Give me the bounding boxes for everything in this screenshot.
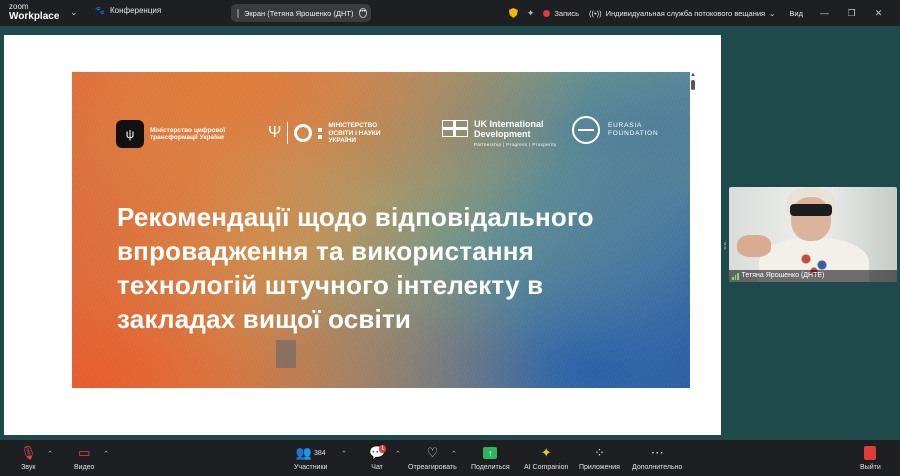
panel-resize-handle[interactable]: ¦ [724, 242, 726, 250]
apps-grid-icon: ⁘ [594, 445, 605, 460]
audio-button[interactable]: 🎙 Звук [20, 444, 37, 471]
ai-companion-button[interactable]: ✦ AI Companion [524, 444, 568, 471]
slide-title: Рекомендації щодо відповідального впрова… [117, 202, 594, 334]
share-screen-icon: ↑ [483, 447, 498, 459]
record-label[interactable]: Запись [554, 9, 579, 18]
chat-options-chevron-icon[interactable]: ⌃ [395, 450, 401, 458]
ai-sparkle-icon: ✦ [540, 445, 552, 460]
apps-button[interactable]: ⁘ Приложения [579, 444, 620, 471]
share-button[interactable]: ↑ Поделиться [471, 444, 510, 471]
live-stream-menu[interactable]: ((•)) Индивидуальная служба потокового в… [589, 9, 775, 18]
screen-icon [237, 8, 239, 18]
participants-options-chevron-icon[interactable]: ⌃ [341, 450, 347, 458]
conference-menu[interactable]: 🐾 Конференция [95, 6, 161, 15]
participant-name-label: Тетяна Ярошенко (ДНТЕ) [729, 270, 897, 282]
text-cursor-highlight [276, 340, 296, 368]
restore-icon[interactable]: ❐ [846, 8, 857, 19]
top-bar: zoom Workplace ⌄ 🐾 Конференция Экран (Те… [0, 0, 900, 26]
eurasia-foundation-logo: EURASIA FOUNDATION [572, 116, 659, 144]
scroll-up-icon[interactable]: ▲ [690, 72, 696, 78]
meeting-toolbar: 🎙 Звук ⌃ ▭ Видео ⌃ 👥 384 Участники ⌃ 💬 1… [0, 440, 900, 476]
app-logo: zoom Workplace [9, 2, 60, 22]
muted-microphone-icon: 🎙 [20, 445, 37, 460]
mintsyfry-logo: ψ Міністерство цифрової трансформації Ук… [116, 120, 240, 148]
participants-icon: 👥 [295, 445, 312, 460]
union-flag-icon [442, 120, 468, 137]
audio-options-chevron-icon[interactable]: ⌃ [47, 450, 53, 458]
video-off-icon: ▭ [78, 445, 91, 460]
leave-button[interactable]: Выйти [860, 444, 881, 471]
security-shield-icon[interactable] [508, 8, 518, 18]
leave-door-icon [864, 446, 877, 460]
ai-sparkle-icon[interactable]: ✦ [527, 8, 535, 19]
minimize-icon[interactable]: — [819, 8, 830, 18]
video-options-chevron-icon[interactable]: ⌃ [103, 450, 109, 458]
chevron-down-icon: ⌄ [769, 8, 776, 18]
view-button[interactable]: Вид [789, 9, 803, 18]
slide-scrollbar[interactable]: ▲ [690, 72, 697, 282]
video-button[interactable]: ▭ Видео [74, 444, 94, 471]
trident-icon: Ψ [268, 124, 282, 142]
react-button[interactable]: ♡ Отреагировать [408, 444, 457, 471]
screen-share-pill[interactable]: Экран (Тетяна Ярошенко (ДНТ) ••• [231, 4, 371, 22]
participants-button[interactable]: 👥 384 Участники [294, 444, 327, 471]
paw-icon: 🐾 [95, 6, 105, 15]
more-options-icon[interactable]: ••• [358, 8, 367, 18]
app-menu-chevron-icon[interactable]: ⌄ [70, 7, 78, 18]
more-button[interactable]: ⋯ Дополнительно [632, 444, 682, 471]
more-dots-icon: ⋯ [650, 445, 664, 460]
uk-international-development-logo: UK International Development Partnership… [442, 119, 557, 147]
signal-bars-icon [732, 272, 739, 280]
heart-icon: ♡ [426, 445, 439, 460]
react-options-chevron-icon[interactable]: ⌃ [451, 450, 457, 458]
record-dot-icon [543, 9, 551, 17]
chat-button[interactable]: 💬 1 Чат [369, 444, 387, 471]
close-icon[interactable]: ✕ [873, 8, 884, 19]
presentation-slide: ψ Міністерство цифрової трансформації Ук… [72, 72, 690, 388]
participant-video-tile[interactable]: Тетяна Ярошенко (ДНТЕ) [729, 187, 897, 282]
chat-unread-badge: 1 [379, 445, 387, 453]
broadcast-icon: ((•)) [589, 8, 602, 18]
mon-logo: Ψ МІНІСТЕРСТВО ОСВІТИ І НАУКИ УКРАЇНИ [268, 122, 381, 145]
trident-icon: ψ [116, 120, 144, 148]
eurasia-e-icon [572, 116, 600, 144]
